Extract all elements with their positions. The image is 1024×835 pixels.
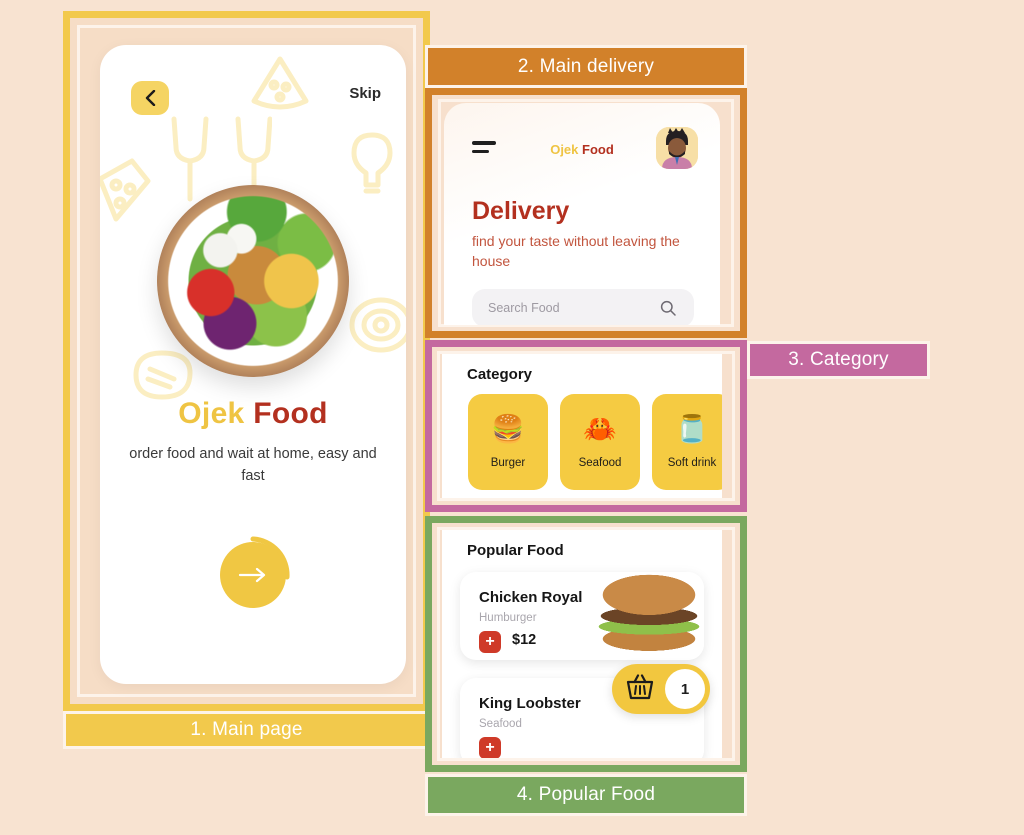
- main-page-annotation-frame: Skip Ojek Food order food and wait at ho…: [63, 11, 430, 711]
- cart-count-badge: 1: [665, 669, 705, 709]
- category-item-label: Seafood: [578, 456, 622, 469]
- delivery-brand-second: Food: [582, 142, 614, 157]
- avocado-icon: [349, 297, 406, 353]
- search-icon[interactable]: [660, 300, 676, 316]
- screenshot-canvas: Skip Ojek Food order food and wait at ho…: [0, 0, 1024, 835]
- food-subtitle: Seafood: [479, 718, 522, 730]
- avatar[interactable]: [656, 127, 698, 169]
- category-item-burger[interactable]: 🍔 Burger: [468, 394, 548, 490]
- category-title: Category: [467, 366, 533, 383]
- next-button[interactable]: [220, 542, 286, 608]
- popular-food-screen: Popular Food Chicken Royal Humburger + $…: [442, 530, 722, 758]
- search-placeholder: Search Food: [488, 301, 560, 315]
- main-delivery-annotation-frame: Ojek Food Delivery find your taste witho…: [425, 88, 747, 338]
- food-name: King Loobster: [479, 695, 581, 712]
- category-item-label: Burger: [490, 456, 526, 469]
- popular-food-annotation-frame: Popular Food Chicken Royal Humburger + $…: [425, 516, 747, 772]
- skip-button[interactable]: Skip: [349, 85, 381, 102]
- burger-photo: [594, 572, 704, 660]
- delivery-brand-first: Ojek: [550, 142, 579, 157]
- soft-drink-icon: 🫙: [675, 413, 709, 444]
- popular-food-title: Popular Food: [467, 542, 564, 559]
- arrow-right-icon: [238, 567, 266, 583]
- annotation-label-popular-food: 4. Popular Food: [425, 774, 747, 816]
- hero-salad-bowl-image: [157, 185, 349, 377]
- onboarding-screen: Skip Ojek Food order food and wait at ho…: [100, 45, 406, 684]
- category-screen: Category 🍔 Burger 🦀 Seafood 🫙 Soft drink: [442, 354, 722, 498]
- steak-icon: [133, 350, 193, 400]
- category-annotation-frame: Category 🍔 Burger 🦀 Seafood 🫙 Soft drink: [425, 340, 747, 512]
- food-price: $12: [512, 632, 537, 648]
- food-name: Chicken Royal: [479, 589, 583, 606]
- add-to-cart-button[interactable]: +: [479, 631, 501, 653]
- category-item-label: Soft drink: [667, 456, 717, 469]
- brand-title-second: Food: [253, 397, 328, 430]
- delivery-subtitle: find your taste without leaving the hous…: [472, 233, 680, 270]
- category-item-soft-drink[interactable]: 🫙 Soft drink: [652, 394, 722, 490]
- add-to-cart-button[interactable]: +: [479, 737, 501, 758]
- pizza-slice-icon: [251, 56, 309, 110]
- cheese-icon: [100, 158, 151, 222]
- category-item-seafood[interactable]: 🦀 Seafood: [560, 394, 640, 490]
- crab-icon: 🦀: [583, 413, 617, 444]
- brand-title: Ojek Food: [100, 397, 406, 431]
- category-list: 🍔 Burger 🦀 Seafood 🫙 Soft drink: [468, 394, 722, 490]
- lightbulb-icon: [351, 132, 393, 194]
- food-card-chicken-royal[interactable]: Chicken Royal Humburger + $12: [460, 572, 704, 660]
- shopping-basket-icon: [625, 673, 655, 706]
- annotation-label-main-delivery: 2. Main delivery: [425, 45, 747, 88]
- food-subtitle: Humburger: [479, 612, 537, 624]
- back-button[interactable]: [131, 81, 169, 115]
- chevron-left-icon: [145, 90, 155, 106]
- brand-title-first: Ojek: [178, 397, 245, 430]
- onboarding-tagline: order food and wait at home, easy and fa…: [129, 446, 377, 485]
- delivery-screen: Ojek Food Delivery find your taste witho…: [444, 103, 720, 325]
- search-input[interactable]: Search Food: [472, 289, 694, 325]
- annotation-label-category: 3. Category: [747, 341, 930, 379]
- delivery-heading: Delivery: [472, 197, 570, 225]
- cart-button[interactable]: 1: [612, 664, 710, 714]
- annotation-label-main-page: 1. Main page: [63, 711, 430, 749]
- avatar-illustration: [656, 127, 698, 169]
- burger-icon: 🍔: [491, 413, 525, 444]
